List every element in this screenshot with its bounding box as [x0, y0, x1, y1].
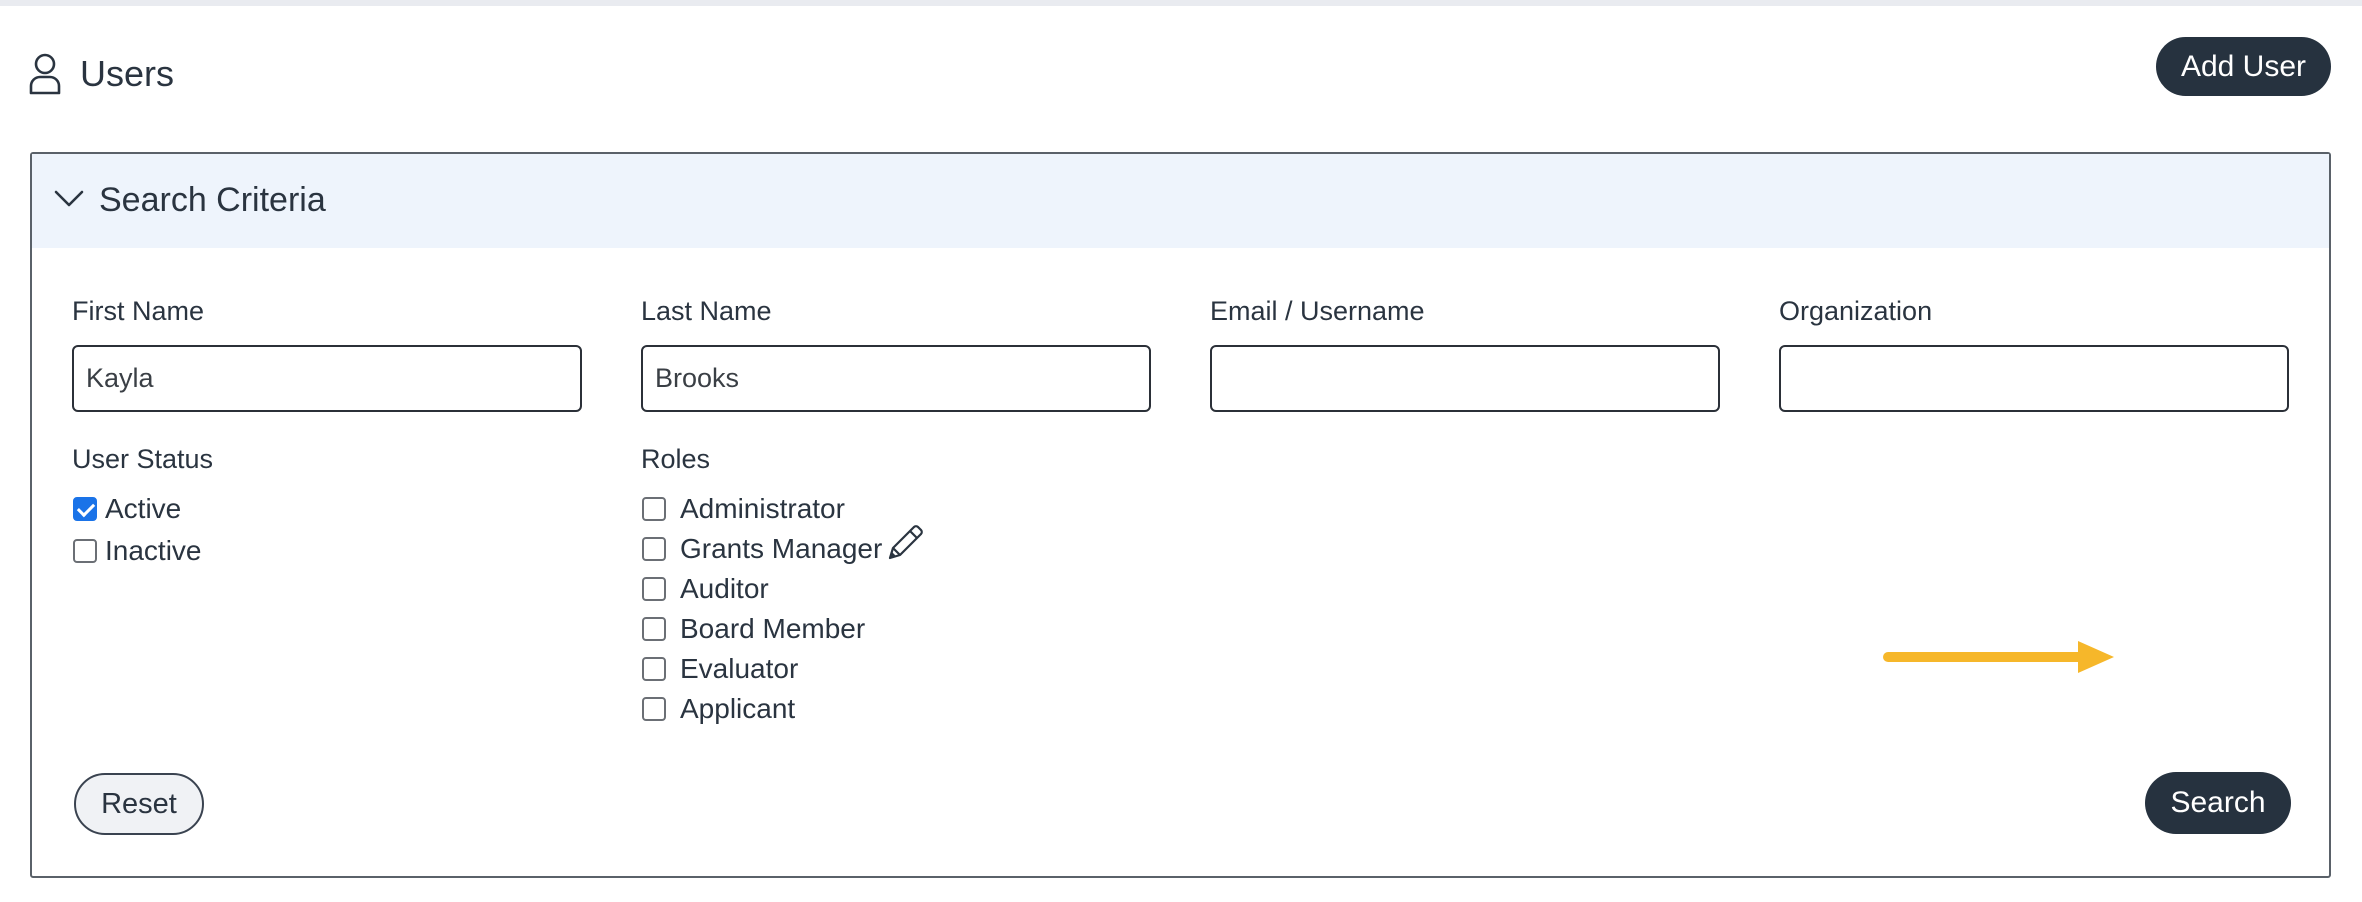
chevron-down-icon: [54, 190, 84, 207]
applicant-label: Applicant: [680, 693, 796, 724]
page-title: Users: [80, 53, 175, 94]
panel-title: Search Criteria: [99, 181, 326, 219]
board-member-label: Board Member: [680, 613, 866, 644]
user-icon: [29, 53, 61, 95]
organization-label: Organization: [1779, 296, 1933, 326]
last-name-label: Last Name: [641, 296, 772, 326]
board-member-checkbox[interactable]: [642, 617, 666, 641]
applicant-checkbox[interactable]: [642, 697, 666, 721]
role-auditor-option[interactable]: Auditor: [642, 571, 769, 607]
auditor-checkbox[interactable]: [642, 577, 666, 601]
role-administrator-option[interactable]: Administrator: [642, 491, 845, 527]
status-inactive-option[interactable]: Inactive: [73, 533, 202, 569]
grants-manager-label: Grants Manager: [680, 533, 883, 564]
evaluator-checkbox[interactable]: [642, 657, 666, 681]
role-board-member-option[interactable]: Board Member: [642, 611, 865, 647]
evaluator-label: Evaluator: [680, 653, 799, 684]
inactive-label: Inactive: [105, 535, 202, 566]
role-evaluator-option[interactable]: Evaluator: [642, 651, 798, 687]
email-input[interactable]: [1210, 345, 1720, 412]
active-checkbox[interactable]: [73, 497, 97, 521]
administrator-label: Administrator: [680, 493, 845, 524]
user-status-label: User Status: [72, 444, 214, 474]
first-name-label: First Name: [72, 296, 205, 326]
active-label: Active: [105, 493, 182, 524]
role-grants-manager-option[interactable]: Grants Manager: [642, 531, 882, 567]
email-label: Email / Username: [1210, 296, 1425, 326]
auditor-label: Auditor: [680, 573, 769, 604]
search-criteria-header[interactable]: Search Criteria: [32, 154, 2329, 248]
add-user-button[interactable]: Add User: [2156, 37, 2331, 96]
status-active-option[interactable]: Active: [73, 491, 181, 527]
grants-manager-checkbox[interactable]: [642, 537, 666, 561]
roles-label: Roles: [641, 444, 711, 474]
first-name-input[interactable]: [72, 345, 582, 412]
role-applicant-option[interactable]: Applicant: [642, 691, 795, 727]
pencil-icon: [888, 525, 923, 560]
search-button[interactable]: Search: [2145, 772, 2291, 834]
last-name-input[interactable]: [641, 345, 1151, 412]
inactive-checkbox[interactable]: [73, 539, 97, 563]
organization-input[interactable]: [1779, 345, 2289, 412]
users-page: Users Add User Search Criteria First Nam…: [0, 6, 2362, 902]
administrator-checkbox[interactable]: [642, 497, 666, 521]
annotation-arrow-icon: [1883, 641, 2114, 673]
reset-button[interactable]: Reset: [74, 773, 204, 835]
search-criteria-panel: Search Criteria First Name Last Name Ema…: [30, 152, 2331, 878]
